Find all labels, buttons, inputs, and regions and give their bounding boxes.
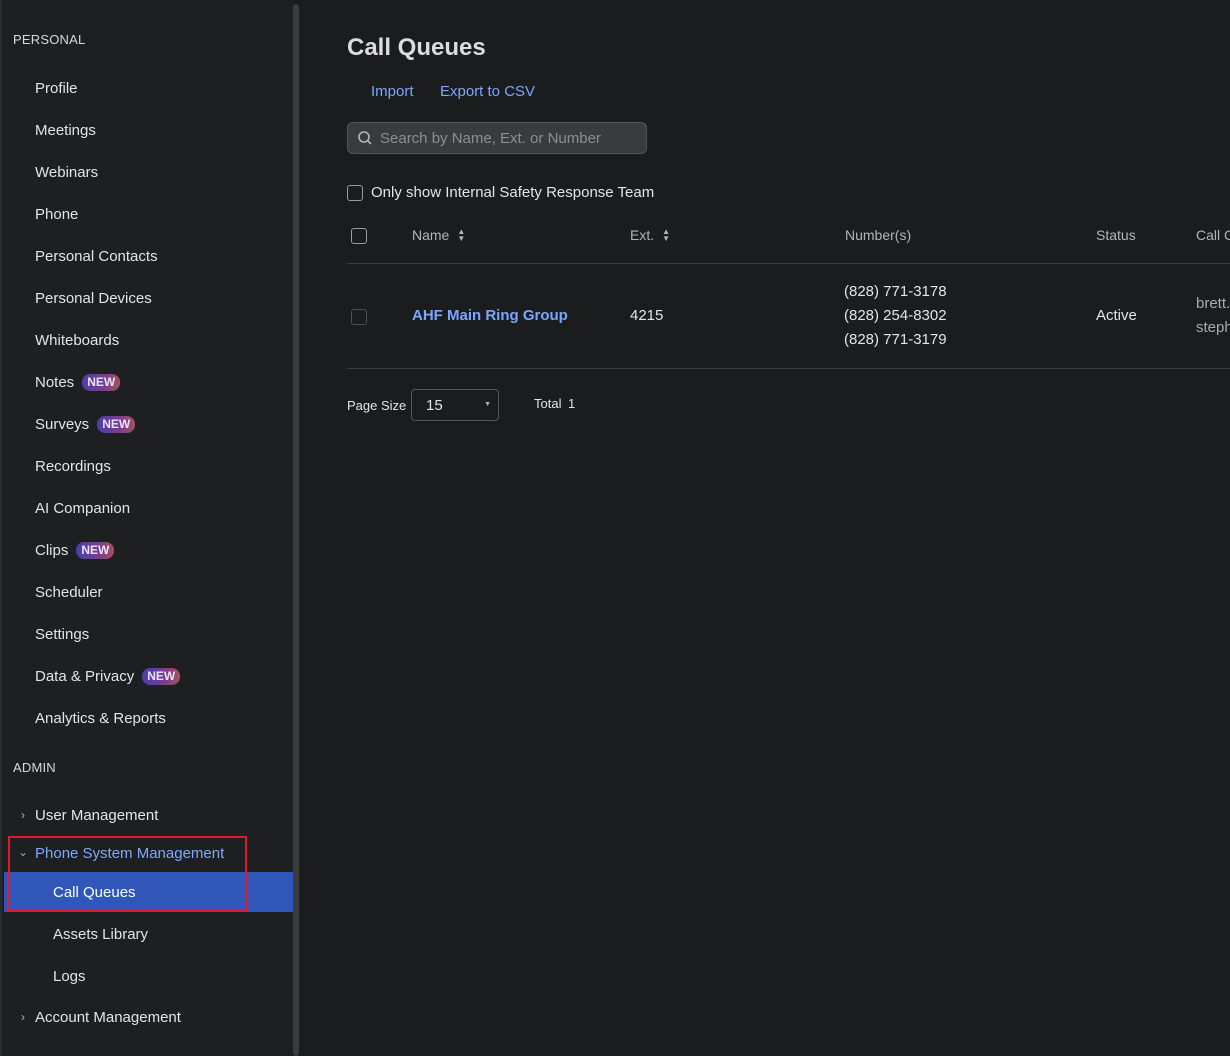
sidebar-item-personal-devices[interactable]: Personal Devices — [4, 278, 295, 318]
sidebar-item-user-management[interactable]: › User Management — [4, 795, 295, 835]
sidebar-item-label: Phone System Management — [35, 844, 225, 862]
queue-number: (828) 254-8302 — [844, 307, 947, 324]
sidebar-item-label: AI Companion — [35, 499, 131, 517]
page-title: Call Queues — [347, 34, 486, 61]
new-badge: NEW — [82, 373, 121, 391]
table-header-divider — [347, 263, 1230, 264]
safety-team-filter-label: Only show Internal Safety Response Team — [371, 184, 655, 201]
column-header-call: Call C — [1196, 227, 1230, 243]
sidebar-item-whiteboards[interactable]: Whiteboards — [4, 320, 295, 360]
caret-down-icon: ▼ — [484, 401, 491, 408]
column-header-numbers: Number(s) — [845, 227, 912, 243]
total-label: Total — [534, 396, 562, 411]
sidebar-item-label: Settings — [35, 625, 90, 643]
sidebar-item-label: Call Queues — [53, 883, 136, 901]
table-row-divider — [347, 368, 1230, 369]
queue-status: Active — [1096, 307, 1137, 324]
sidebar-item-label: Clips — [35, 541, 69, 559]
page-size-value: 15 — [426, 396, 443, 414]
sidebar-item-label: Notes — [35, 373, 75, 391]
sidebar-item-label: Phone — [35, 205, 79, 223]
queue-member: brett. — [1196, 295, 1230, 312]
sidebar-item-profile[interactable]: Profile — [4, 68, 295, 108]
sidebar-item-assets-library[interactable]: Assets Library — [4, 914, 295, 954]
sidebar-item-phone-system-management[interactable]: ⌄ Phone System Management — [4, 833, 295, 873]
export-csv-link[interactable]: Export to CSV — [440, 83, 535, 100]
sidebar-item-logs[interactable]: Logs — [4, 956, 295, 996]
sidebar-item-label: Account Management — [35, 1008, 181, 1026]
chevron-right-icon: › — [21, 1010, 25, 1024]
sidebar-item-account-management[interactable]: › Account Management — [4, 997, 295, 1037]
sidebar-scrollbar[interactable] — [293, 4, 299, 1056]
sidebar-item-phone[interactable]: Phone — [4, 194, 295, 234]
sidebar-item-label: Assets Library — [53, 925, 149, 943]
sidebar-item-label: Logs — [53, 967, 86, 985]
queue-number: (828) 771-3179 — [844, 331, 947, 348]
queue-ext: 4215 — [630, 307, 664, 324]
section-header-personal: PERSONAL — [13, 32, 86, 47]
total-value: 1 — [568, 396, 576, 411]
sidebar-item-surveys[interactable]: Surveys NEW — [4, 404, 295, 444]
search-icon — [358, 131, 372, 145]
sidebar-item-label: Data & Privacy — [35, 667, 135, 685]
sidebar-item-label: Analytics & Reports — [35, 709, 166, 727]
sidebar-item-webinars[interactable]: Webinars — [4, 152, 295, 192]
sidebar: PERSONAL Profile Meetings Webinars Phone… — [0, 0, 295, 1056]
sidebar-item-analytics-reports[interactable]: Analytics & Reports — [4, 698, 295, 738]
new-badge: NEW — [97, 415, 136, 433]
sidebar-item-label: Whiteboards — [35, 331, 120, 349]
sort-icon: ▲ ▼ — [457, 227, 466, 243]
new-badge: NEW — [76, 541, 115, 559]
row-checkbox[interactable] — [351, 309, 367, 325]
chevron-right-icon: › — [21, 808, 25, 822]
sort-icon: ▲ ▼ — [662, 227, 671, 243]
section-header-admin: ADMIN — [13, 760, 56, 775]
queue-name-link[interactable]: AHF Main Ring Group — [412, 307, 568, 324]
sidebar-item-notes[interactable]: Notes NEW — [4, 362, 295, 402]
search-input[interactable] — [378, 128, 642, 148]
sidebar-item-label: Surveys — [35, 415, 90, 433]
page-size-select[interactable]: 15 ▼ — [411, 389, 499, 421]
column-header-ext[interactable]: Ext. ▲ ▼ — [630, 227, 670, 243]
page-size-label: Page Size — [347, 398, 407, 413]
main-content: Call Queues Import Export to CSV Only sh… — [300, 0, 1230, 1056]
sidebar-item-scheduler[interactable]: Scheduler — [4, 572, 295, 612]
sidebar-item-label: Meetings — [35, 121, 96, 139]
column-header-label: Ext. — [630, 227, 655, 243]
sidebar-item-clips[interactable]: Clips NEW — [4, 530, 295, 570]
sidebar-item-label: User Management — [35, 806, 159, 824]
sidebar-item-ai-companion[interactable]: AI Companion — [4, 488, 295, 528]
column-header-status: Status — [1096, 227, 1136, 243]
queue-number: (828) 771-3178 — [844, 283, 947, 300]
new-badge: NEW — [142, 667, 181, 685]
sidebar-item-label: Profile — [35, 79, 78, 97]
sidebar-item-label: Recordings — [35, 457, 111, 475]
sidebar-item-personal-contacts[interactable]: Personal Contacts — [4, 236, 295, 276]
import-link[interactable]: Import — [371, 83, 414, 100]
sidebar-item-call-queues[interactable]: Call Queues — [4, 872, 295, 912]
column-header-label: Name — [412, 227, 450, 243]
sidebar-item-label: Personal Contacts — [35, 247, 158, 265]
safety-team-checkbox[interactable] — [347, 185, 363, 201]
search-box[interactable] — [347, 122, 647, 154]
sidebar-item-data-privacy[interactable]: Data & Privacy NEW — [4, 656, 295, 696]
sidebar-item-meetings[interactable]: Meetings — [4, 110, 295, 150]
sidebar-item-label: Scheduler — [35, 583, 103, 601]
sidebar-item-recordings[interactable]: Recordings — [4, 446, 295, 486]
sidebar-item-settings[interactable]: Settings — [4, 614, 295, 654]
queue-member: steph — [1196, 319, 1230, 336]
column-header-name[interactable]: Name ▲ ▼ — [412, 227, 465, 243]
chevron-down-icon: ⌄ — [18, 845, 29, 859]
sidebar-item-label: Personal Devices — [35, 289, 152, 307]
sidebar-item-label: Webinars — [35, 163, 99, 181]
select-all-checkbox[interactable] — [351, 228, 367, 244]
